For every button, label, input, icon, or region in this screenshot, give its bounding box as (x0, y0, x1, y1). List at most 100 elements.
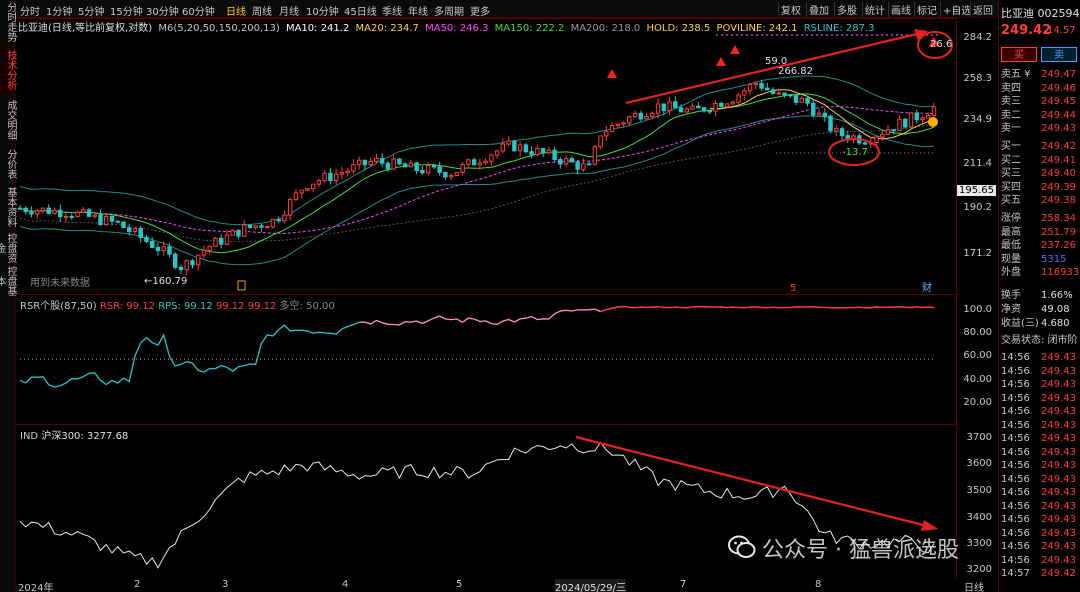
period-5min[interactable]: 5分钟 (78, 3, 104, 18)
tab-realtime[interactable]: 分时走势 (0, 2, 16, 42)
watermark-text: 公众号 · 猛兽派选股 (762, 538, 959, 563)
period-10min[interactable]: 10分钟 (306, 3, 339, 18)
candle-body (466, 159, 471, 166)
period-30min[interactable]: 30分钟 (146, 3, 179, 18)
candle-body (477, 162, 483, 166)
candle-body (736, 94, 741, 103)
period-1min[interactable]: 1分钟 (46, 3, 72, 18)
candle-body (460, 164, 465, 173)
period-intraday[interactable]: 分时 (20, 3, 40, 18)
candle-body (776, 92, 782, 95)
stock-title: 比亚迪 002594 (1001, 7, 1080, 20)
bid-label: 买一 (1001, 141, 1021, 152)
candle-body (431, 164, 437, 168)
x-period-label: 日线 (964, 583, 984, 592)
candle-body (52, 209, 57, 215)
candle-body (799, 97, 804, 103)
candle-body (874, 136, 879, 144)
tick-row: 14:56 249.43 (1001, 405, 1080, 418)
tab-technical[interactable]: 技术分析 (0, 46, 16, 94)
statistics-button[interactable]: 统计 (862, 2, 887, 17)
overlay-button[interactable]: 叠加 (806, 2, 831, 17)
ratio-label: 收益(三) (1001, 318, 1039, 329)
buy-button[interactable]: 买 (1001, 47, 1037, 62)
draw-line-button[interactable]: 画线 (888, 2, 913, 17)
candle-body (201, 249, 207, 256)
period-weekly[interactable]: 周线 (252, 3, 272, 18)
candle-body (236, 229, 241, 237)
sell-button[interactable]: 卖 (1041, 47, 1077, 62)
stat-row: 最高 251.79 (1001, 226, 1080, 239)
tab-basic-info[interactable]: 基本资料 (0, 184, 16, 230)
candle-body (81, 209, 86, 213)
tick-row: 14:56 249.43 (1001, 419, 1080, 432)
period-more[interactable]: 更多 (470, 3, 490, 18)
restore-rights-button[interactable]: 复权 (778, 2, 803, 17)
axis-label: 171.2 (963, 248, 992, 259)
period-daily[interactable]: 日线 (226, 3, 246, 18)
candle-body (644, 116, 649, 120)
period-year[interactable]: 年线 (408, 3, 428, 18)
tick-price: 249.43 (1041, 514, 1076, 525)
tick-price: 249.43 (1041, 433, 1076, 444)
candle-body (316, 180, 322, 185)
x-label-jul: 7 (680, 579, 687, 590)
candle-body (908, 112, 914, 128)
rps-value: RPS: 99.12 (158, 301, 213, 312)
back-button[interactable]: 返回 (970, 2, 995, 17)
candle-body (742, 90, 747, 96)
stat-row: 现量 5315 (1001, 253, 1080, 266)
tick-price: 249.43 (1041, 406, 1076, 417)
rsr-chart[interactable] (16, 295, 956, 425)
candle-body (293, 192, 299, 201)
mark-button[interactable]: 标记 (914, 2, 939, 17)
candle-body (535, 148, 540, 156)
axis-label: 3200 (966, 564, 992, 575)
tab-control-basic[interactable]: 控盘基本 (0, 266, 16, 296)
period-60min[interactable]: 60分钟 (182, 3, 215, 18)
rsr-panel[interactable]: RSR个股(87,50) RSR: 99.12 RPS: 99.12 99.12… (16, 294, 956, 424)
tab-control-funds[interactable]: 控盘资金 (0, 232, 16, 264)
candle-body (172, 253, 178, 268)
period-quarter[interactable]: 季线 (382, 3, 402, 18)
tick-row: 14:56 249.43 (1001, 392, 1080, 405)
price-change: 14.57 (1047, 25, 1076, 36)
kline-chart[interactable]: 266.8259.0 26.6 -13.7 ←160.79 5 财 (16, 19, 956, 295)
period-monthly[interactable]: 月线 (279, 3, 299, 18)
tab-price-table[interactable]: 分价表 (0, 146, 16, 182)
signal-triangle (730, 45, 740, 54)
candle-body (770, 89, 776, 94)
value-label: 59.0 (765, 56, 787, 67)
period-15min[interactable]: 15分钟 (110, 3, 143, 18)
down-trend-arrow-head (921, 520, 938, 531)
tick-time: 14:56 (1001, 419, 1030, 431)
period-multi[interactable]: 多周期 (434, 3, 464, 18)
axis-label: 211.4 (963, 158, 992, 169)
marker-dot (928, 117, 938, 127)
candle-body (98, 214, 103, 226)
rsr-v1: 99.12 (215, 301, 245, 312)
stat-value: 237.26 (1041, 240, 1076, 251)
rps-line (19, 321, 360, 388)
tick-time: 14:56 (1001, 527, 1030, 539)
candle-body (885, 129, 891, 135)
candle-body (914, 112, 919, 121)
tab-deal-detail[interactable]: 成交明细 (0, 98, 16, 142)
candle-body (707, 110, 713, 113)
rsr-line (600, 305, 935, 313)
add-watchlist-button[interactable]: +自选 (940, 2, 973, 17)
signal-triangle (607, 69, 617, 78)
period-45day[interactable]: 45日线 (344, 3, 377, 18)
ratio-value: 4.680 (1041, 318, 1070, 329)
tick-price: 249.43 (1041, 392, 1076, 404)
main-kline-panel[interactable]: 266.82 59.0 26.6 -13.7 ←160.79 5 财 用到未来数据 (16, 18, 956, 294)
multi-stock-button[interactable]: 多股 (834, 2, 859, 17)
future-data-note: 用到未来数据 (30, 278, 90, 289)
ma50-line (19, 106, 935, 235)
candle-body (397, 158, 402, 165)
bid-row: 买三 249.40 (1001, 167, 1080, 180)
candle-body (104, 215, 109, 226)
candle-body (454, 171, 460, 177)
candle-body (190, 260, 195, 266)
candle-body (75, 211, 80, 217)
